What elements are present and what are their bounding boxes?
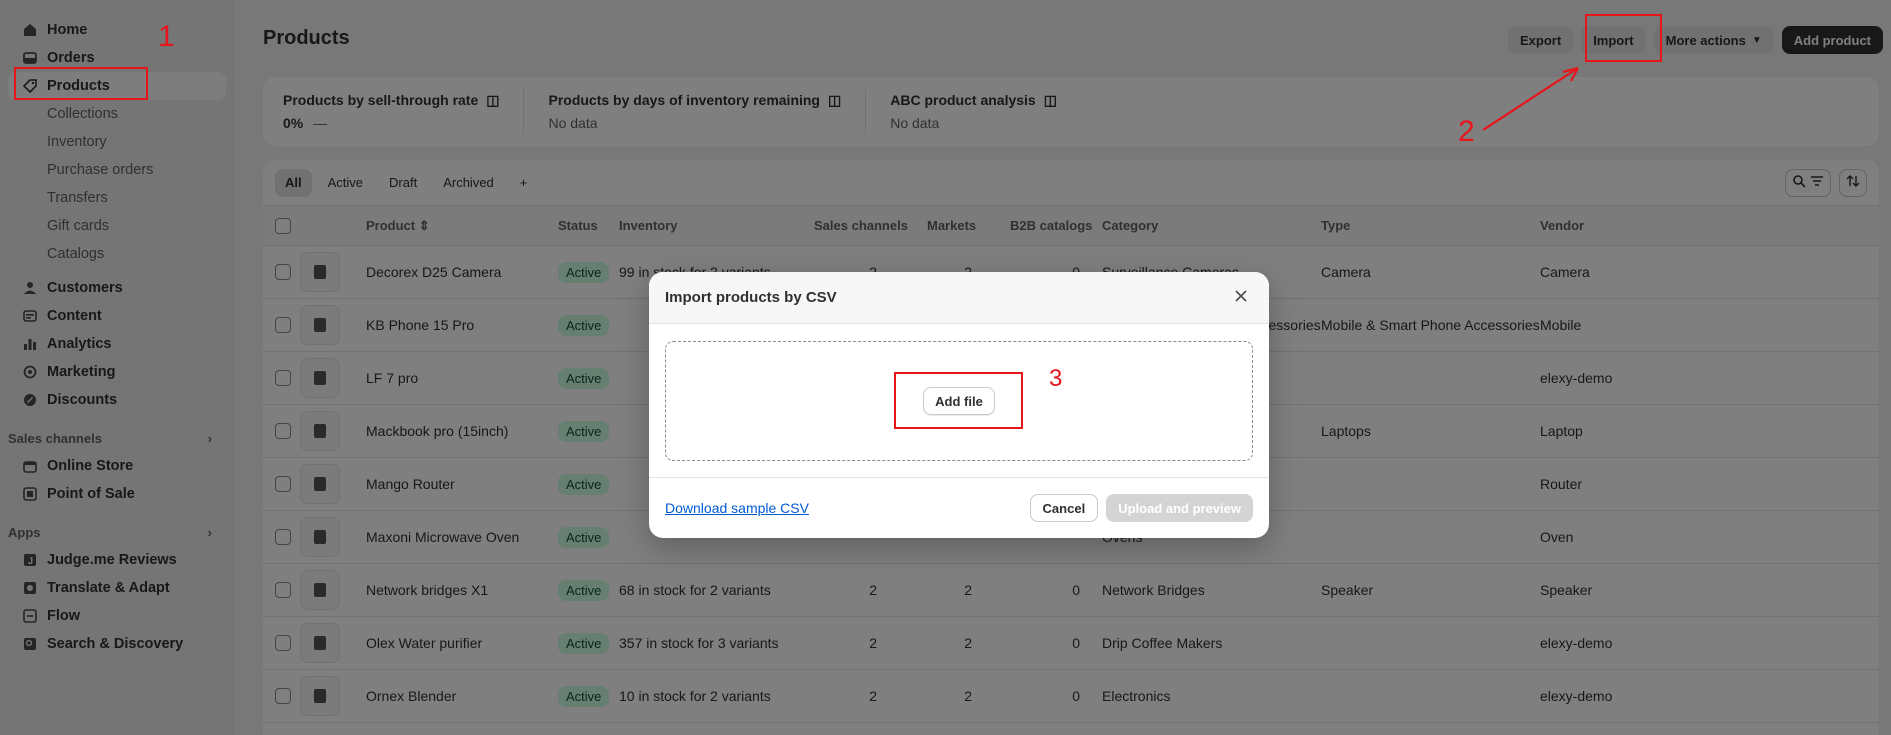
close-button[interactable] [1229, 286, 1253, 310]
annotation-box-import [1585, 14, 1662, 62]
close-icon [1235, 289, 1247, 306]
modal-header: Import products by CSV [649, 272, 1269, 324]
annotation-arrow [1482, 66, 1579, 131]
modal-actions: Cancel Upload and preview [1029, 494, 1253, 522]
cancel-button[interactable]: Cancel [1029, 494, 1099, 522]
annotation-number-3: 3 [1049, 365, 1063, 392]
modal-footer: Download sample CSV Cancel Upload and pr… [649, 477, 1269, 538]
upload-preview-button[interactable]: Upload and preview [1106, 494, 1253, 522]
modal-title: Import products by CSV [665, 289, 837, 306]
annotation-number-1: 1 [158, 20, 175, 53]
download-sample-csv-link[interactable]: Download sample CSV [665, 500, 809, 516]
annotation-box-products [14, 67, 148, 100]
annotation-number-2: 2 [1458, 115, 1475, 148]
annotation-box-add-file [894, 372, 1023, 429]
